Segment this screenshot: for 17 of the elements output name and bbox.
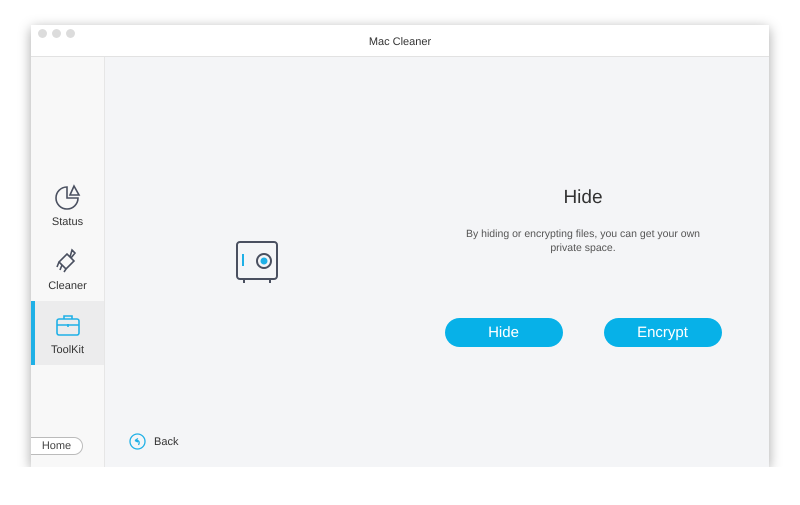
window-title: Mac Cleaner xyxy=(368,36,432,48)
close-button[interactable] xyxy=(38,29,47,38)
sidebar-item[interactable]: Cleaner xyxy=(31,237,104,301)
safe-icon xyxy=(234,240,278,284)
sidebar-item[interactable]: ToolKit xyxy=(31,301,104,365)
back-link[interactable]: Back xyxy=(129,433,178,450)
back-icon xyxy=(129,433,146,450)
pie-chart-icon xyxy=(54,182,82,210)
zoom-button[interactable] xyxy=(66,29,75,38)
sidebar-label: ToolKit xyxy=(50,344,84,356)
sidebar-item[interactable]: Status xyxy=(31,173,104,237)
feature-description: By hiding or encrypting files, you can get your own private space. xyxy=(464,227,702,255)
sidebar-label: Status xyxy=(52,216,84,228)
home-button[interactable]: Home xyxy=(31,437,83,455)
sidebar-label: Cleaner xyxy=(48,280,87,292)
feature-title: Hide xyxy=(563,187,603,209)
minimize-button[interactable] xyxy=(52,29,61,38)
